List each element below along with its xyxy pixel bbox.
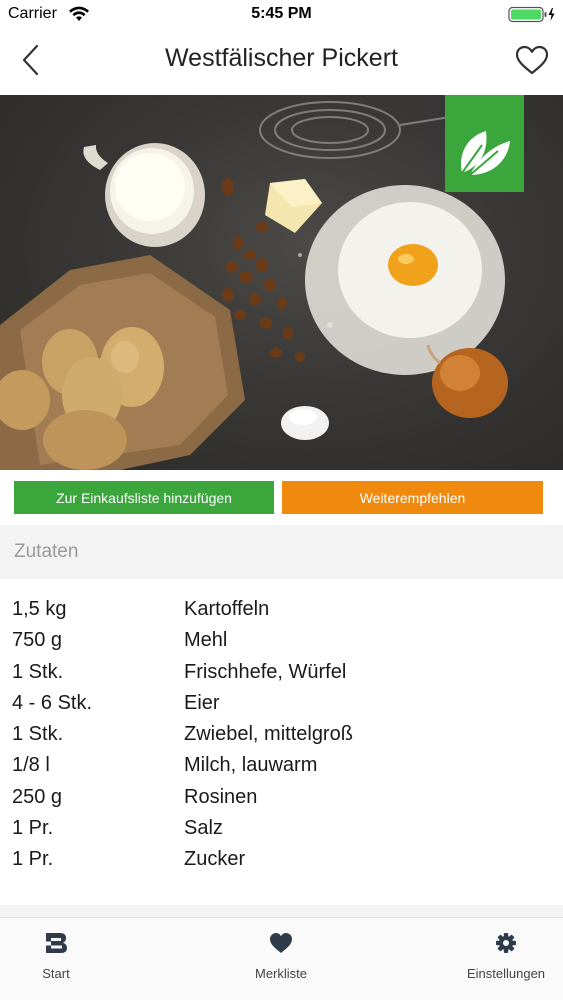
ingredient-name: Salz	[184, 817, 223, 840]
ingredient-name: Zwiebel, mittelgroß	[184, 723, 353, 746]
ingredient-name: Zucker	[184, 848, 246, 871]
ingredient-name: Frischhefe, Würfel	[184, 660, 347, 683]
recipe-photo	[0, 95, 524, 470]
ingredient-row: 4 - 6 Stk. Eier	[0, 692, 563, 723]
ingredient-row: 1 Stk. Zwiebel, mittelgroß	[0, 723, 563, 754]
tab-start-label: Start	[42, 966, 70, 981]
ingredient-amount: 750 g	[12, 629, 63, 652]
navigation-bar: Westfälischer Pickert	[0, 30, 563, 92]
ingredient-row: 1 Pr. Zucker	[0, 848, 563, 879]
page-title: Westfälischer Pickert	[165, 44, 398, 72]
heart-icon	[270, 933, 292, 953]
chevron-left-icon	[22, 44, 39, 76]
ingredient-amount: 1 Pr.	[12, 817, 54, 840]
back-button[interactable]	[14, 40, 48, 80]
ingredient-name: Milch, lauwarm	[184, 754, 318, 777]
ingredient-amount: 1/8 l	[12, 754, 50, 777]
gear-icon	[496, 933, 516, 953]
tab-start[interactable]: Start	[0, 930, 116, 981]
ingredient-row: 1 Stk. Frischhefe, Würfel	[0, 661, 563, 692]
b-logo-icon	[46, 933, 67, 953]
heart-outline-icon	[515, 45, 549, 75]
status-bar: Carrier 5:45 PM	[0, 0, 563, 30]
battery-icon	[508, 6, 555, 23]
ingredient-row: 1 Pr. Salz	[0, 817, 563, 848]
ingredient-name: Rosinen	[184, 785, 258, 808]
ingredient-row: 750 g Mehl	[0, 629, 563, 660]
tab-settings[interactable]: Einstellungen	[446, 930, 563, 981]
recipe-image	[0, 95, 563, 470]
ingredient-amount: 1,5 kg	[12, 598, 67, 620]
ingredient-amount: 250 g	[12, 785, 63, 808]
tab-merkliste[interactable]: Merkliste	[221, 930, 341, 981]
ingredient-row: 250 g Rosinen	[0, 786, 563, 817]
ingredient-name: Kartoffeln	[184, 598, 270, 620]
tab-settings-label: Einstellungen	[466, 966, 546, 981]
status-time: 5:45 PM	[251, 5, 312, 22]
recommend-button[interactable]: Weiterempfehlen	[282, 481, 543, 514]
ingredient-amount: 1 Stk.	[12, 723, 64, 746]
ingredients-title: Zutaten	[14, 541, 79, 562]
ingredient-row: 1,5 kg Kartoffeln	[0, 598, 563, 629]
ingredient-amount: 4 - 6 Stk.	[12, 691, 93, 714]
tab-bar: Start Merkliste Einstellungen	[0, 917, 563, 1000]
action-buttons: Zur Einkaufsliste hinzufügen Weiterempfe…	[0, 481, 563, 515]
tab-merkliste-label: Merkliste	[254, 966, 307, 981]
ingredient-name: Mehl	[184, 629, 228, 652]
section-divider	[0, 905, 563, 917]
ingredient-amount: 1 Pr.	[12, 848, 54, 871]
ingredients-header: Zutaten	[0, 525, 563, 579]
favorite-button[interactable]	[511, 40, 553, 80]
ingredient-amount: 1 Stk.	[12, 660, 64, 683]
ingredient-name: Eier	[184, 691, 220, 714]
ingredient-row: 1/8 l Milch, lauwarm	[0, 754, 563, 785]
ingredients-list: 1,5 kg Kartoffeln 750 g Mehl 1 Stk. Fris…	[0, 598, 563, 880]
add-to-shopping-list-button[interactable]: Zur Einkaufsliste hinzufügen	[14, 481, 274, 514]
